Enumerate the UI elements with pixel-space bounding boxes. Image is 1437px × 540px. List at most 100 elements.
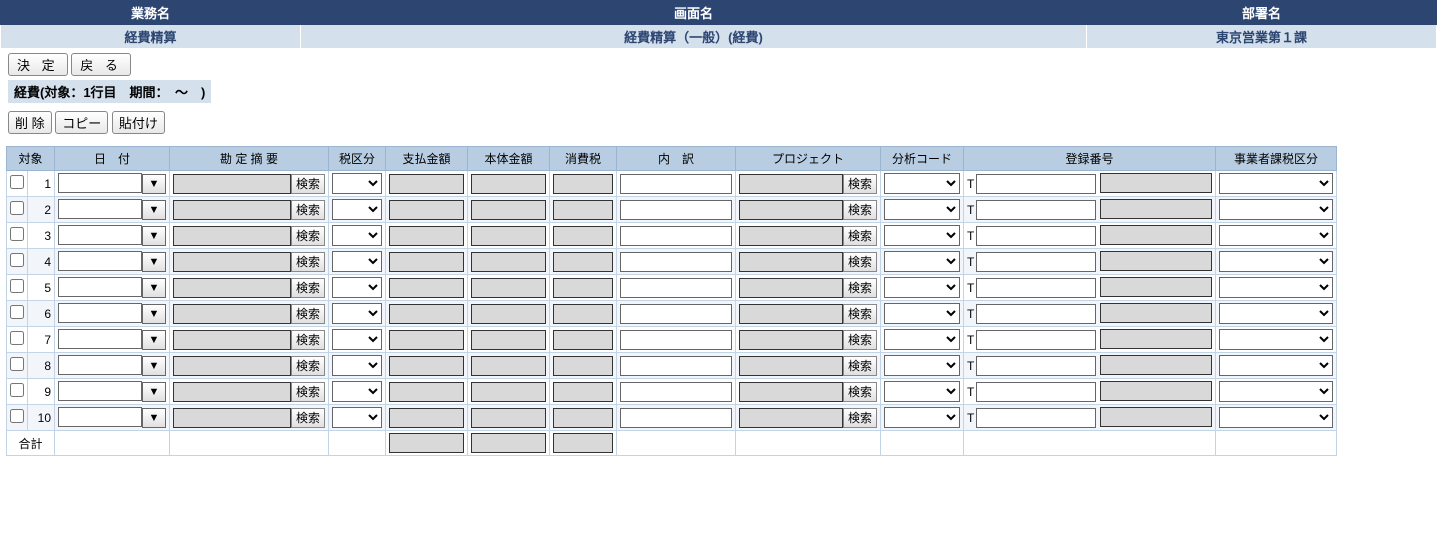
biz-tax-select[interactable] [1219,329,1333,350]
reg-no-input[interactable] [976,252,1096,272]
tax-class-select[interactable] [332,277,382,298]
tax-class-select[interactable] [332,355,382,376]
biz-tax-select[interactable] [1219,303,1333,324]
date-input[interactable] [58,225,142,245]
tax-class-select[interactable] [332,381,382,402]
date-dropdown-button[interactable]: ▼ [142,408,166,428]
summary-search-button[interactable]: 検索 [291,226,325,246]
date-dropdown-button[interactable]: ▼ [142,252,166,272]
biz-tax-select[interactable] [1219,251,1333,272]
reg-no-input[interactable] [976,174,1096,194]
reg-no-input[interactable] [976,330,1096,350]
tax-class-select[interactable] [332,199,382,220]
summary-search-button[interactable]: 検索 [291,304,325,324]
detail-input[interactable] [620,304,732,324]
date-input[interactable] [58,355,142,375]
row-checkbox[interactable] [10,331,24,345]
date-dropdown-button[interactable]: ▼ [142,330,166,350]
project-search-button[interactable]: 検索 [843,356,877,376]
paste-button[interactable]: 貼付け [112,111,165,134]
summary-search-button[interactable]: 検索 [291,382,325,402]
project-search-button[interactable]: 検索 [843,382,877,402]
date-input[interactable] [58,251,142,271]
row-checkbox[interactable] [10,409,24,423]
reg-no-input[interactable] [976,200,1096,220]
date-input[interactable] [58,277,142,297]
date-input[interactable] [58,199,142,219]
detail-input[interactable] [620,382,732,402]
reg-no-input[interactable] [976,356,1096,376]
project-search-button[interactable]: 検索 [843,200,877,220]
row-checkbox[interactable] [10,175,24,189]
tax-class-select[interactable] [332,303,382,324]
tax-class-select[interactable] [332,225,382,246]
analysis-select[interactable] [884,173,960,194]
analysis-select[interactable] [884,329,960,350]
decide-button[interactable]: 決 定 [8,53,68,76]
project-search-button[interactable]: 検索 [843,304,877,324]
row-checkbox[interactable] [10,383,24,397]
summary-search-button[interactable]: 検索 [291,174,325,194]
detail-input[interactable] [620,330,732,350]
detail-input[interactable] [620,226,732,246]
biz-tax-select[interactable] [1219,277,1333,298]
detail-input[interactable] [620,174,732,194]
tax-class-select[interactable] [332,407,382,428]
project-search-button[interactable]: 検索 [843,408,877,428]
date-input[interactable] [58,381,142,401]
row-checkbox[interactable] [10,201,24,215]
summary-search-button[interactable]: 検索 [291,278,325,298]
date-dropdown-button[interactable]: ▼ [142,278,166,298]
reg-no-input[interactable] [976,278,1096,298]
delete-button[interactable]: 削 除 [8,111,52,134]
summary-search-button[interactable]: 検索 [291,356,325,376]
date-dropdown-button[interactable]: ▼ [142,382,166,402]
row-checkbox[interactable] [10,279,24,293]
analysis-select[interactable] [884,251,960,272]
date-dropdown-button[interactable]: ▼ [142,174,166,194]
date-dropdown-button[interactable]: ▼ [142,226,166,246]
analysis-select[interactable] [884,199,960,220]
row-checkbox[interactable] [10,227,24,241]
analysis-select[interactable] [884,407,960,428]
biz-tax-select[interactable] [1219,381,1333,402]
project-search-button[interactable]: 検索 [843,252,877,272]
detail-input[interactable] [620,278,732,298]
date-input[interactable] [58,407,142,427]
date-input[interactable] [58,329,142,349]
detail-input[interactable] [620,356,732,376]
row-checkbox[interactable] [10,253,24,267]
tax-class-select[interactable] [332,173,382,194]
reg-no-input[interactable] [976,382,1096,402]
project-search-button[interactable]: 検索 [843,278,877,298]
project-search-button[interactable]: 検索 [843,174,877,194]
date-input[interactable] [58,303,142,323]
detail-input[interactable] [620,200,732,220]
row-checkbox[interactable] [10,305,24,319]
summary-search-button[interactable]: 検索 [291,330,325,350]
biz-tax-select[interactable] [1219,173,1333,194]
tax-class-select[interactable] [332,329,382,350]
date-dropdown-button[interactable]: ▼ [142,200,166,220]
reg-no-input[interactable] [976,408,1096,428]
row-checkbox[interactable] [10,357,24,371]
date-input[interactable] [58,173,142,193]
analysis-select[interactable] [884,355,960,376]
biz-tax-select[interactable] [1219,355,1333,376]
back-button[interactable]: 戻 る [71,53,131,76]
biz-tax-select[interactable] [1219,199,1333,220]
date-dropdown-button[interactable]: ▼ [142,304,166,324]
project-search-button[interactable]: 検索 [843,226,877,246]
summary-search-button[interactable]: 検索 [291,200,325,220]
detail-input[interactable] [620,252,732,272]
summary-search-button[interactable]: 検索 [291,252,325,272]
copy-button[interactable]: コピー [55,111,108,134]
analysis-select[interactable] [884,381,960,402]
project-search-button[interactable]: 検索 [843,330,877,350]
date-dropdown-button[interactable]: ▼ [142,356,166,376]
detail-input[interactable] [620,408,732,428]
analysis-select[interactable] [884,225,960,246]
analysis-select[interactable] [884,277,960,298]
summary-search-button[interactable]: 検索 [291,408,325,428]
biz-tax-select[interactable] [1219,407,1333,428]
